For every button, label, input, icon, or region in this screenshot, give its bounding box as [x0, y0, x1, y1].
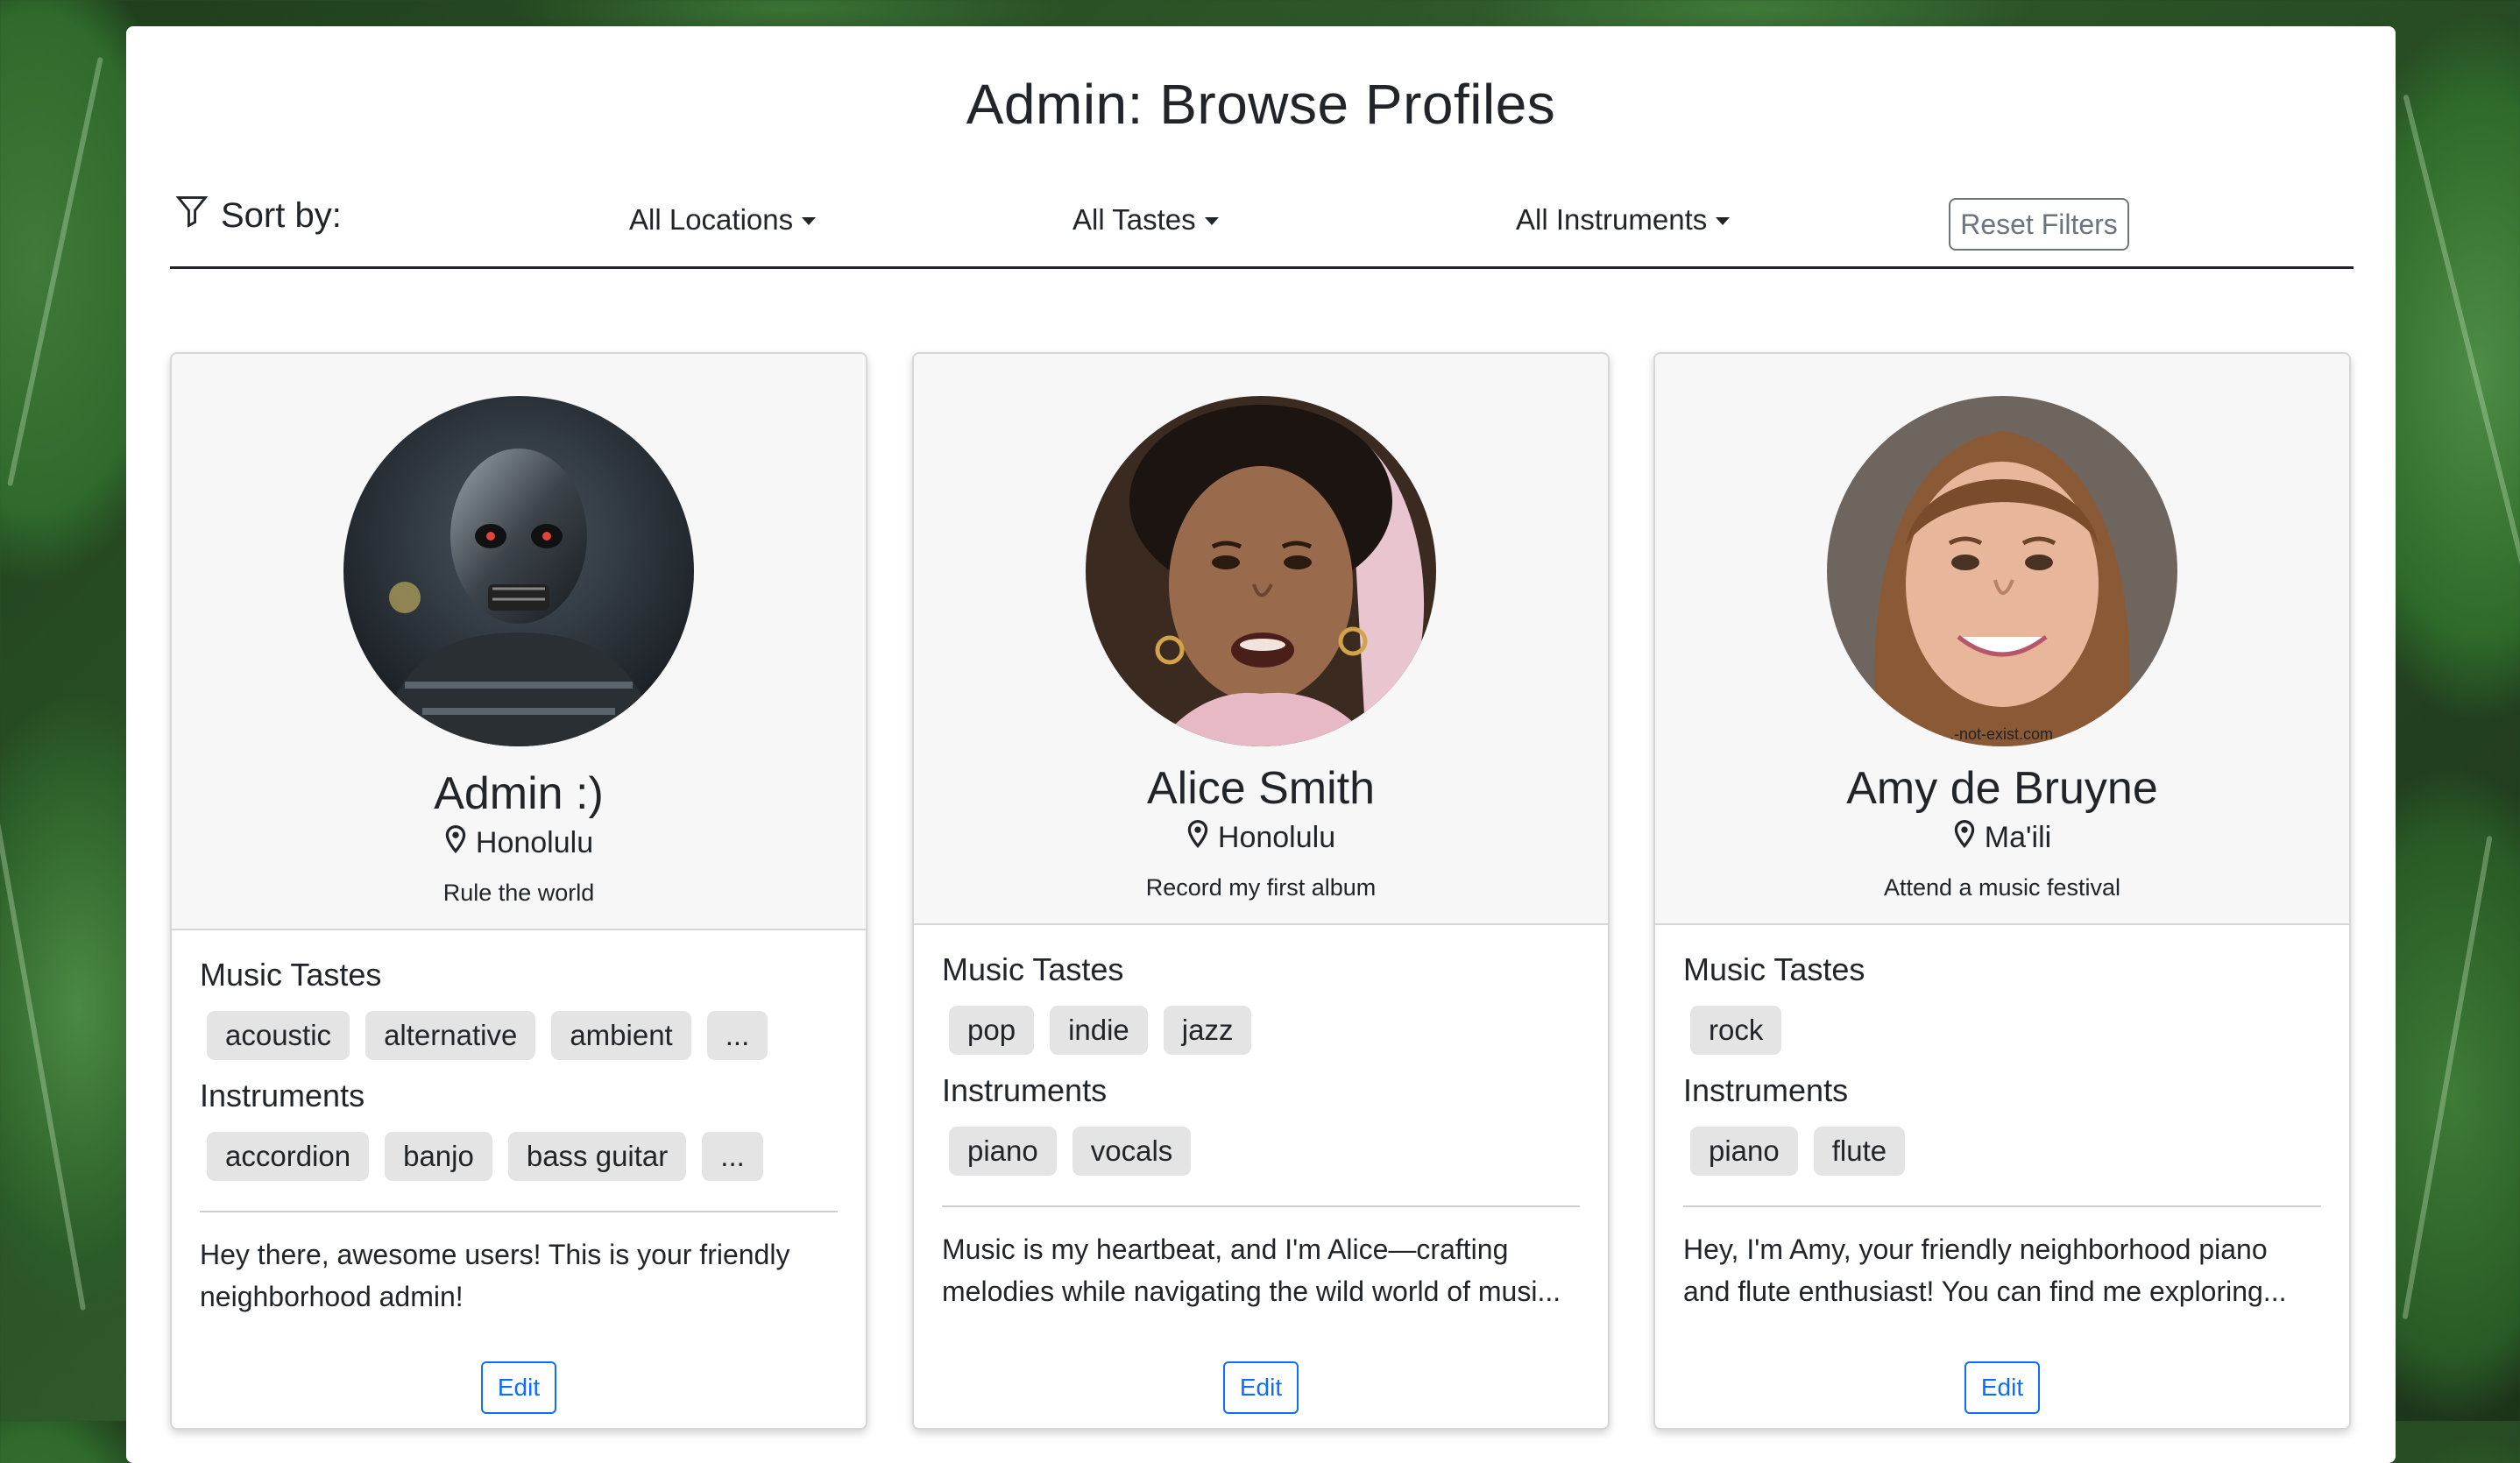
profile-card: Alice Smith Honolulu Record my first alb… [912, 352, 1610, 1430]
location-filter-dropdown[interactable]: All Locations [629, 203, 817, 237]
instruments-list: accordion banjo bass guitar ... [207, 1132, 763, 1181]
edit-profile-button[interactable]: Edit [481, 1361, 556, 1414]
card-header: Alice Smith Honolulu Record my first alb… [914, 354, 1608, 925]
filter-bar: Sort by: All Locations All Tastes All In… [170, 166, 2354, 269]
map-pin-icon [444, 824, 467, 861]
music-tastes-list: pop indie jazz [949, 1006, 1252, 1055]
profile-bio: Hey there, awesome users! This is your f… [200, 1239, 790, 1312]
profile-location: Honolulu [914, 819, 1608, 856]
taste-tag: jazz [1163, 1006, 1252, 1055]
map-pin-icon [1953, 819, 1976, 856]
taste-tag: indie [1050, 1006, 1148, 1055]
instrument-tag: vocals [1072, 1127, 1192, 1176]
avatar [343, 396, 694, 746]
instruments-heading: Instruments [200, 1078, 365, 1113]
card-divider [942, 1205, 1580, 1207]
taste-tag: rock [1690, 1006, 1782, 1055]
page-title: Admin: Browse Profiles [966, 73, 1556, 136]
leaf-decoration [2403, 94, 2520, 572]
music-tastes-heading: Music Tastes [942, 951, 1124, 987]
avatar [1086, 396, 1436, 746]
svg-text:...-not-exist.com: ...-not-exist.com [1941, 725, 2053, 743]
edit-profile-button[interactable]: Edit [1223, 1361, 1299, 1414]
instrument-tag: accordion [207, 1132, 370, 1181]
instruments-heading: Instruments [1683, 1072, 1849, 1108]
profile-bio: Hey, I'm Amy, your friendly neighborhood… [1683, 1233, 2287, 1307]
profile-name: Amy de Bruyne [1846, 763, 2158, 814]
instrument-tag: bass guitar [507, 1132, 687, 1181]
profile-location: Honolulu [172, 824, 866, 861]
profile-goal: Rule the world [442, 880, 595, 906]
instrument-tag: piano [1690, 1127, 1798, 1176]
caret-down-icon [1716, 216, 1731, 225]
location-text: Honolulu [475, 826, 594, 859]
leaf-decoration [2402, 835, 2493, 1320]
sort-label: Sort by: [175, 193, 342, 238]
card-divider [1683, 1205, 2321, 1207]
music-tastes-heading: Music Tastes [200, 957, 382, 993]
instrument-tag: flute [1813, 1127, 1906, 1176]
taste-tag: acoustic [207, 1011, 350, 1060]
music-tastes-heading: Music Tastes [1683, 951, 1865, 987]
sort-label-text: Sort by: [221, 195, 342, 235]
tastes-filter-label: All Tastes [1072, 203, 1196, 236]
main-panel: Admin: Browse Profiles Sort by: All Loca… [126, 26, 2396, 1463]
profile-card: ...-not-exist.com Amy de Bruyne Ma'ili A… [1653, 352, 2351, 1430]
leaf-decoration [7, 56, 103, 487]
instruments-heading: Instruments [942, 1072, 1108, 1108]
location-text: Ma'ili [1984, 821, 2052, 854]
instruments-list: piano flute [1690, 1127, 1906, 1176]
profile-goal: Attend a music festival [1883, 874, 2121, 901]
profile-bio: Music is my heartbeat, and I'm Alice—cra… [942, 1233, 1561, 1307]
music-tastes-list: rock [1690, 1006, 1782, 1055]
instruments-filter-dropdown[interactable]: All Instruments [1516, 203, 1731, 237]
profile-goal: Record my first album [1145, 874, 1377, 901]
more-instruments-tag: ... [702, 1132, 763, 1181]
profile-location: Ma'ili [1655, 819, 2349, 856]
caret-down-icon [802, 216, 817, 225]
taste-tag: pop [949, 1006, 1035, 1055]
location-filter-label: All Locations [629, 203, 794, 236]
profile-card: Admin :) Honolulu Rule the world Music T… [170, 352, 867, 1430]
leaf-decoration [0, 792, 87, 1311]
tastes-filter-dropdown[interactable]: All Tastes [1072, 203, 1219, 237]
reset-filters-button[interactable]: Reset Filters [1949, 198, 2129, 251]
avatar: ...-not-exist.com [1827, 396, 2177, 746]
card-divider [200, 1211, 838, 1212]
map-pin-icon [1186, 819, 1209, 856]
card-header: ...-not-exist.com Amy de Bruyne Ma'ili A… [1655, 354, 2349, 925]
edit-profile-button[interactable]: Edit [1964, 1361, 2040, 1414]
instruments-list: piano vocals [949, 1127, 1192, 1176]
instrument-tag: piano [949, 1127, 1057, 1176]
music-tastes-list: acoustic alternative ambient ... [207, 1011, 768, 1060]
taste-tag: alternative [365, 1011, 536, 1060]
profile-name: Alice Smith [1146, 763, 1376, 814]
filter-icon [175, 193, 209, 238]
caret-down-icon [1204, 216, 1219, 225]
card-header: Admin :) Honolulu Rule the world [172, 354, 866, 930]
instruments-filter-label: All Instruments [1516, 203, 1708, 236]
profile-name: Admin :) [434, 768, 604, 819]
instrument-tag: banjo [385, 1132, 492, 1181]
more-tastes-tag: ... [706, 1011, 768, 1060]
taste-tag: ambient [551, 1011, 691, 1060]
location-text: Honolulu [1217, 821, 1336, 854]
